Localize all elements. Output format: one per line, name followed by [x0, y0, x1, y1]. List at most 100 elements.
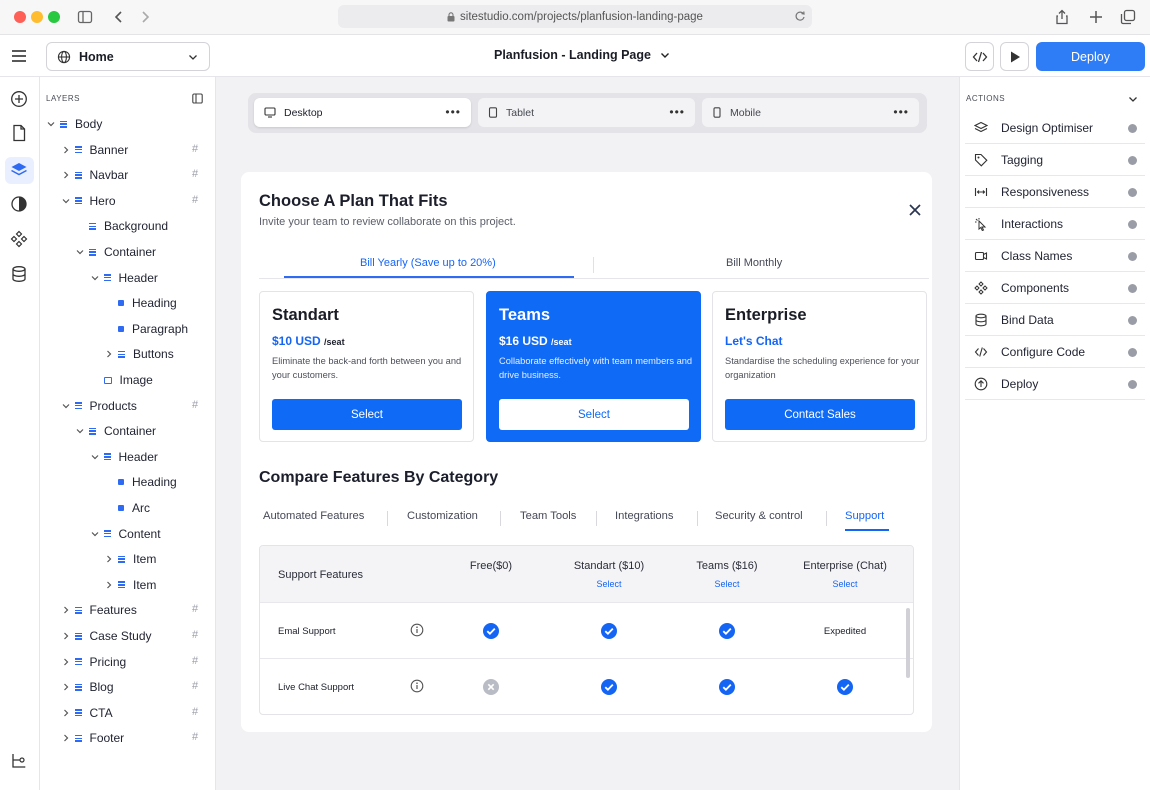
- layer-row[interactable]: Item: [104, 550, 156, 568]
- contact-sales-button[interactable]: Contact Sales: [725, 399, 915, 430]
- layer-row[interactable]: Products: [61, 397, 137, 415]
- minimize-window-button[interactable]: [31, 11, 43, 23]
- anchor-hash-icon[interactable]: #: [192, 194, 198, 206]
- table-scrollbar[interactable]: [906, 608, 910, 678]
- help-dot-icon[interactable]: [1128, 124, 1137, 133]
- layer-row[interactable]: CTA: [61, 704, 113, 722]
- pages-icon[interactable]: [10, 124, 28, 142]
- layer-row[interactable]: Arc: [104, 499, 150, 517]
- layer-row[interactable]: Container: [75, 243, 156, 261]
- preview-button[interactable]: [1000, 42, 1029, 71]
- help-dot-icon[interactable]: [1128, 156, 1137, 165]
- layer-row[interactable]: Buttons: [104, 345, 174, 363]
- tab-team-tools[interactable]: Team Tools: [520, 510, 576, 522]
- chevron-right-icon[interactable]: [61, 606, 71, 614]
- layer-row[interactable]: Footer: [61, 729, 124, 747]
- tab-customization[interactable]: Customization: [407, 510, 478, 522]
- anchor-hash-icon[interactable]: #: [192, 680, 198, 692]
- panel-toggle-icon[interactable]: [192, 93, 203, 104]
- tab-automated-features[interactable]: Automated Features: [263, 510, 364, 522]
- chevron-right-icon[interactable]: [61, 171, 71, 179]
- chevron-down-icon[interactable]: [90, 274, 100, 282]
- tablet-more-icon[interactable]: •••: [669, 105, 685, 119]
- tabs-overview-icon[interactable]: [1120, 9, 1136, 25]
- action-interactions[interactable]: Interactions: [965, 208, 1145, 240]
- action-class-names[interactable]: Class Names: [965, 240, 1145, 272]
- chevron-right-icon[interactable]: [61, 709, 71, 717]
- flow-icon[interactable]: [10, 752, 28, 770]
- anchor-hash-icon[interactable]: #: [192, 143, 198, 155]
- tab-bill-yearly[interactable]: Bill Yearly (Save up to 20%): [360, 257, 496, 269]
- help-dot-icon[interactable]: [1128, 220, 1137, 229]
- chevron-down-icon[interactable]: [90, 530, 100, 538]
- layer-row[interactable]: Body: [46, 115, 102, 133]
- action-deploy[interactable]: Deploy: [965, 368, 1145, 400]
- chevron-right-icon[interactable]: [104, 350, 114, 358]
- page-select[interactable]: Home: [46, 42, 210, 71]
- layer-row[interactable]: Heading: [104, 473, 177, 491]
- help-dot-icon[interactable]: [1128, 188, 1137, 197]
- layer-row[interactable]: Content: [90, 525, 161, 543]
- reload-icon[interactable]: [794, 10, 806, 22]
- components-icon[interactable]: [10, 230, 28, 248]
- hamburger-menu-icon[interactable]: [11, 49, 27, 63]
- column-select-standart[interactable]: Select: [559, 579, 659, 589]
- select-teams-button[interactable]: Select: [499, 399, 689, 430]
- sidebar-toggle-icon[interactable]: [77, 9, 93, 25]
- layer-row[interactable]: Header: [90, 448, 158, 466]
- deploy-button[interactable]: Deploy: [1036, 42, 1145, 71]
- anchor-hash-icon[interactable]: #: [192, 603, 198, 615]
- layers-icon[interactable]: [10, 161, 28, 179]
- url-bar[interactable]: sitestudio.com/projects/planfusion-landi…: [338, 5, 812, 28]
- close-icon[interactable]: [908, 203, 922, 217]
- tab-security-control[interactable]: Security & control: [715, 510, 803, 522]
- help-dot-icon[interactable]: [1128, 380, 1137, 389]
- chevron-down-icon[interactable]: [75, 427, 85, 435]
- chevron-right-icon[interactable]: [61, 146, 71, 154]
- action-design-optimiser[interactable]: Design Optimiser: [965, 112, 1145, 144]
- info-icon[interactable]: [410, 623, 424, 637]
- action-configure-code[interactable]: Configure Code: [965, 336, 1145, 368]
- layer-row[interactable]: Banner: [61, 141, 128, 159]
- anchor-hash-icon[interactable]: #: [192, 731, 198, 743]
- layer-row[interactable]: Header: [90, 269, 158, 287]
- anchor-hash-icon[interactable]: #: [192, 655, 198, 667]
- anchor-hash-icon[interactable]: #: [192, 629, 198, 641]
- theme-icon[interactable]: [10, 195, 28, 213]
- new-tab-icon[interactable]: [1088, 9, 1104, 25]
- column-select-teams[interactable]: Select: [677, 579, 777, 589]
- add-icon[interactable]: [10, 90, 28, 108]
- help-dot-icon[interactable]: [1128, 284, 1137, 293]
- chevron-right-icon[interactable]: [61, 632, 71, 640]
- code-view-button[interactable]: [965, 42, 994, 71]
- layer-row[interactable]: Features: [61, 601, 137, 619]
- layer-row[interactable]: Background: [75, 217, 168, 235]
- layer-row[interactable]: Navbar: [61, 166, 128, 184]
- select-standart-button[interactable]: Select: [272, 399, 462, 430]
- anchor-hash-icon[interactable]: #: [192, 168, 198, 180]
- layer-row[interactable]: Pricing: [61, 653, 126, 671]
- tab-desktop[interactable]: Desktop •••: [254, 98, 471, 127]
- info-icon[interactable]: [410, 679, 424, 693]
- layer-row[interactable]: Image: [90, 371, 153, 389]
- chevron-down-icon[interactable]: [61, 402, 71, 410]
- database-icon[interactable]: [10, 265, 28, 283]
- layer-row[interactable]: Hero: [61, 192, 116, 210]
- project-title-dropdown[interactable]: Planfusion - Landing Page: [494, 48, 671, 62]
- chevron-right-icon[interactable]: [61, 734, 71, 742]
- tab-tablet[interactable]: Tablet •••: [478, 98, 695, 127]
- layer-row[interactable]: Paragraph: [104, 320, 188, 338]
- tab-mobile[interactable]: Mobile •••: [702, 98, 919, 127]
- chevron-right-icon[interactable]: [61, 683, 71, 691]
- forward-icon[interactable]: [137, 9, 153, 25]
- tab-integrations[interactable]: Integrations: [615, 510, 673, 522]
- chevron-down-icon[interactable]: [90, 453, 100, 461]
- tab-bill-monthly[interactable]: Bill Monthly: [726, 257, 782, 269]
- close-window-button[interactable]: [14, 11, 26, 23]
- help-dot-icon[interactable]: [1128, 252, 1137, 261]
- chevron-right-icon[interactable]: [104, 555, 114, 563]
- action-tagging[interactable]: Tagging: [965, 144, 1145, 176]
- anchor-hash-icon[interactable]: #: [192, 399, 198, 411]
- action-components[interactable]: Components: [965, 272, 1145, 304]
- action-responsiveness[interactable]: Responsiveness: [965, 176, 1145, 208]
